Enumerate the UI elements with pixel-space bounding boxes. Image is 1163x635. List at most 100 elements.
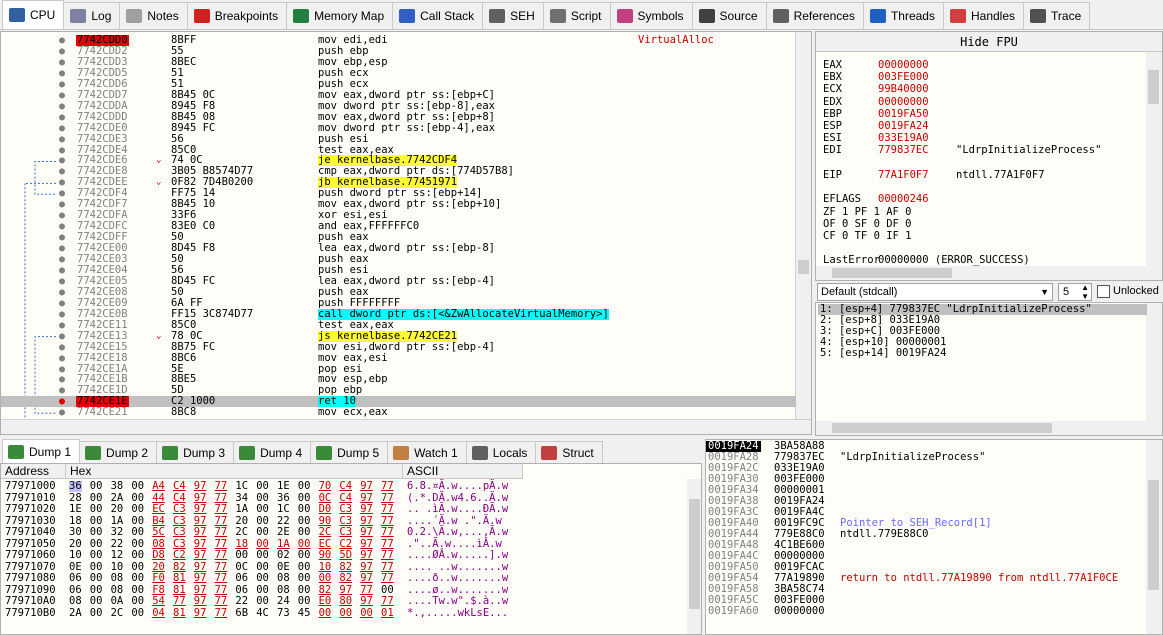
dump-hex-byte[interactable]: 82 bbox=[319, 584, 332, 596]
dump-hex-byte[interactable]: 00 bbox=[90, 504, 103, 515]
disasm-row[interactable]: ● 7742CE15 8B75 FC mov esi,dword ptr ss:[eb… bbox=[1, 341, 796, 353]
dump-hex-byte[interactable]: 70 bbox=[319, 481, 332, 492]
dump-hex-byte[interactable]: 2A bbox=[69, 607, 82, 619]
dump-hex-byte[interactable]: 00 bbox=[131, 504, 144, 515]
breakpoint-dot-icon[interactable]: ● bbox=[59, 396, 65, 407]
dump-hex-byte[interactable]: C2 bbox=[339, 538, 352, 550]
dump-hex-byte[interactable]: 30 bbox=[69, 527, 82, 538]
dump-hex-byte[interactable]: 77 bbox=[381, 538, 394, 550]
dump-hex-byte[interactable]: 82 bbox=[339, 573, 352, 584]
bullet-icon[interactable]: ● bbox=[59, 298, 65, 309]
dump-hex-byte[interactable]: 97 bbox=[194, 481, 207, 492]
dump-tab-dump-2[interactable]: Dump 2 bbox=[79, 441, 158, 463]
bullet-icon[interactable]: ● bbox=[59, 68, 65, 79]
dump-hex-byte[interactable]: 00 bbox=[256, 504, 269, 515]
dump-hex-byte[interactable]: 82 bbox=[339, 561, 352, 573]
tab-script[interactable]: Script bbox=[542, 2, 611, 29]
bullet-icon[interactable]: ● bbox=[59, 123, 65, 134]
tab-log[interactable]: Log bbox=[63, 2, 121, 29]
dump-hex-byte[interactable]: 28 bbox=[69, 492, 82, 504]
hide-fpu-button[interactable]: Hide FPU bbox=[816, 32, 1162, 52]
dump-hex-byte[interactable]: 00 bbox=[90, 550, 103, 561]
dump-hex-byte[interactable]: C3 bbox=[173, 504, 186, 515]
tab-memory-map[interactable]: Memory Map bbox=[286, 2, 394, 29]
dump-hex-byte[interactable]: 08 bbox=[111, 584, 124, 596]
dump-hex-byte[interactable]: 77 bbox=[381, 596, 394, 607]
dump-hex-byte[interactable]: 2C bbox=[319, 527, 332, 538]
dump-hex-byte[interactable]: 08 bbox=[69, 596, 82, 607]
dump-tab-struct[interactable]: Struct bbox=[535, 441, 603, 463]
dump-hex-byte[interactable]: 77 bbox=[381, 573, 394, 584]
dump-hex-byte[interactable]: 44 bbox=[152, 492, 165, 504]
dump-hex-byte[interactable]: 77 bbox=[215, 492, 228, 504]
dump-hex-byte[interactable]: 1A bbox=[235, 504, 248, 515]
dump-hex-byte[interactable]: 97 bbox=[194, 504, 207, 515]
dump-hex-byte[interactable]: 00 bbox=[298, 596, 311, 607]
dump-hex-byte[interactable]: 97 bbox=[360, 481, 373, 492]
dump-hex-byte[interactable]: 97 bbox=[194, 596, 207, 607]
dump-hex-byte[interactable]: 24 bbox=[277, 596, 290, 607]
dump-hex-byte[interactable]: 22 bbox=[235, 596, 248, 607]
bullet-icon[interactable]: ● bbox=[59, 145, 65, 156]
dump-hex-byte[interactable]: 81 bbox=[173, 573, 186, 584]
stack-argument-row[interactable]: 5: [esp+14] 0019FA24 bbox=[818, 348, 1147, 359]
dump-tab-watch-1[interactable]: Watch 1 bbox=[387, 441, 467, 463]
dump-hex-byte[interactable]: 81 bbox=[173, 584, 186, 596]
dump-tab-dump-5[interactable]: Dump 5 bbox=[310, 441, 389, 463]
dump-hex-byte[interactable]: 77 bbox=[381, 515, 394, 527]
register-ebp[interactable]: EBP 0019FA50 bbox=[823, 108, 929, 120]
tab-source[interactable]: Source bbox=[691, 2, 767, 29]
dump-hex-byte[interactable]: 00 bbox=[90, 584, 103, 596]
dump-hex-byte[interactable]: C3 bbox=[173, 538, 186, 550]
dump-scrollbar[interactable] bbox=[687, 479, 701, 634]
bullet-icon[interactable]: ● bbox=[59, 46, 65, 57]
bullet-icon[interactable]: ● bbox=[59, 134, 65, 145]
dump-hex-byte[interactable]: 77 bbox=[215, 527, 228, 538]
dump-hex-byte[interactable]: 1A bbox=[111, 515, 124, 527]
calling-convention-select[interactable]: Default (stdcall) ▼ bbox=[817, 283, 1053, 301]
dump-hex-byte[interactable]: 0C bbox=[235, 561, 248, 573]
dump-hex-byte[interactable]: 00 bbox=[90, 538, 103, 550]
dump-hex-byte[interactable]: 80 bbox=[339, 596, 352, 607]
register-eip[interactable]: EIP 77A1F0F7 ntdll.77A1F0F7 bbox=[823, 169, 1045, 181]
dump-hex-byte[interactable]: 22 bbox=[277, 515, 290, 527]
bullet-icon[interactable]: ● bbox=[59, 385, 65, 396]
bullet-icon[interactable]: ● bbox=[59, 287, 65, 298]
tab-breakpoints[interactable]: Breakpoints bbox=[186, 2, 288, 29]
dump-tab-dump-4[interactable]: Dump 4 bbox=[233, 441, 312, 463]
dump-hex-byte[interactable]: 77 bbox=[381, 492, 394, 504]
dump-hex-byte[interactable]: 18 bbox=[69, 515, 82, 527]
dump-hex-byte[interactable]: 00 bbox=[256, 550, 269, 561]
dump-hex-byte[interactable]: 00 bbox=[256, 584, 269, 596]
dump-tab-locals[interactable]: Locals bbox=[465, 441, 537, 463]
bullet-icon[interactable]: ● bbox=[59, 177, 65, 188]
stack-panel[interactable]: 0019FA24 3BA58A88 0019FA28 779837EC "LdrpIni… bbox=[705, 439, 1163, 635]
bullet-icon[interactable]: ● bbox=[59, 112, 65, 123]
dump-hex-byte[interactable]: 00 bbox=[298, 492, 311, 504]
bullet-icon[interactable]: ● bbox=[59, 101, 65, 112]
bullet-icon[interactable]: ● bbox=[59, 353, 65, 364]
dump-hex-byte[interactable]: 73 bbox=[277, 607, 290, 619]
dump-hex-byte[interactable]: 00 bbox=[256, 596, 269, 607]
dump-hex-byte[interactable]: 77 bbox=[215, 596, 228, 607]
dump-hex-byte[interactable]: 97 bbox=[194, 573, 207, 584]
dump-hex-byte[interactable]: 6B bbox=[235, 607, 248, 619]
dump-hex-byte[interactable]: 97 bbox=[360, 550, 373, 561]
flags-row[interactable]: ZF 1 PF 1 AF 0 bbox=[823, 206, 912, 218]
dump-hex-byte[interactable]: C3 bbox=[173, 515, 186, 527]
disasm-row[interactable]: ● 7742CE13 ⌄ 78 0C js kernelbase.7742CE21 bbox=[1, 330, 796, 342]
bullet-icon[interactable]: ● bbox=[59, 57, 65, 68]
dump-hex-byte[interactable]: C4 bbox=[173, 492, 186, 504]
dump-hex-byte[interactable]: 00 bbox=[90, 561, 103, 573]
register-edx[interactable]: EDX 00000000 bbox=[823, 96, 929, 108]
dump-hex-byte[interactable]: 77 bbox=[215, 607, 228, 619]
dump-hex-byte[interactable]: 1C bbox=[277, 504, 290, 515]
dump-hex-byte[interactable]: 12 bbox=[111, 550, 124, 561]
dump-hex-byte[interactable]: 18 bbox=[235, 538, 248, 550]
register-esp[interactable]: ESP 0019FA24 bbox=[823, 120, 929, 132]
dump-hex-byte[interactable]: 00 bbox=[319, 607, 332, 619]
dump-hex-byte[interactable]: 5C bbox=[152, 527, 165, 538]
dump-hex-byte[interactable]: C2 bbox=[173, 550, 186, 561]
dump-hex-byte[interactable]: 06 bbox=[69, 584, 82, 596]
dump-hex-byte[interactable]: 77 bbox=[173, 596, 186, 607]
